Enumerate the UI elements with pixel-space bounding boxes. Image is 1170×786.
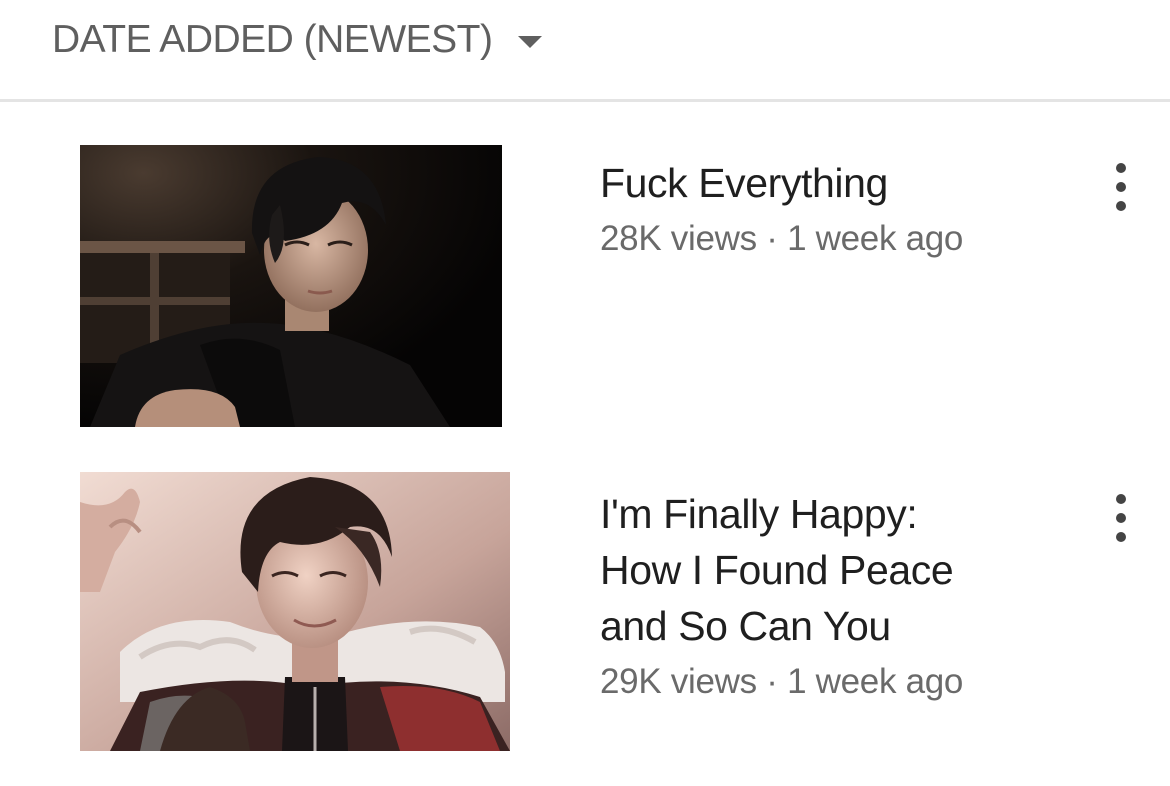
video-meta: 29K views · 1 week ago: [600, 656, 1070, 708]
sort-dropdown[interactable]: DATE ADDED (NEWEST): [52, 14, 543, 66]
menu-dot: [1116, 532, 1126, 542]
video-thumbnail[interactable]: [80, 472, 510, 751]
meta-separator: ·: [766, 219, 778, 258]
video-thumbnail[interactable]: [80, 145, 502, 427]
video-title-line: Fuck Everything: [600, 160, 888, 206]
menu-dot: [1116, 513, 1126, 523]
upload-age: 1 week ago: [787, 219, 964, 258]
more-vert-icon[interactable]: [1106, 163, 1136, 211]
video-item[interactable]: I'm Finally Happy: How I Found Peace and…: [0, 472, 1170, 752]
video-list-page: DATE ADDED (NEWEST) Fuck Everything 28K …: [0, 0, 1170, 786]
video-title-line: How I Found Peace: [600, 547, 954, 593]
thumbnail-image: [80, 472, 510, 751]
video-title-line: and So Can You: [600, 603, 891, 649]
menu-dot: [1116, 201, 1126, 211]
video-info: I'm Finally Happy: How I Found Peace and…: [600, 486, 1070, 708]
more-vert-icon[interactable]: [1106, 494, 1136, 542]
video-info: Fuck Everything 28K views · 1 week ago: [600, 155, 1070, 265]
video-title[interactable]: I'm Finally Happy: How I Found Peace and…: [600, 486, 1070, 654]
view-count: 28K views: [600, 219, 757, 258]
menu-dot: [1116, 494, 1126, 504]
sort-label: DATE ADDED (NEWEST): [52, 18, 493, 61]
divider: [0, 99, 1170, 102]
meta-separator: ·: [766, 662, 778, 701]
video-title-line: I'm Finally Happy:: [600, 491, 918, 537]
thumbnail-image: [80, 145, 502, 427]
dropdown-caret-icon: [518, 36, 543, 48]
view-count: 29K views: [600, 662, 757, 701]
menu-dot: [1116, 163, 1126, 173]
video-meta: 28K views · 1 week ago: [600, 213, 1070, 265]
upload-age: 1 week ago: [787, 662, 964, 701]
video-title[interactable]: Fuck Everything: [600, 155, 1070, 211]
menu-dot: [1116, 182, 1126, 192]
video-item[interactable]: Fuck Everything 28K views · 1 week ago: [0, 145, 1170, 428]
